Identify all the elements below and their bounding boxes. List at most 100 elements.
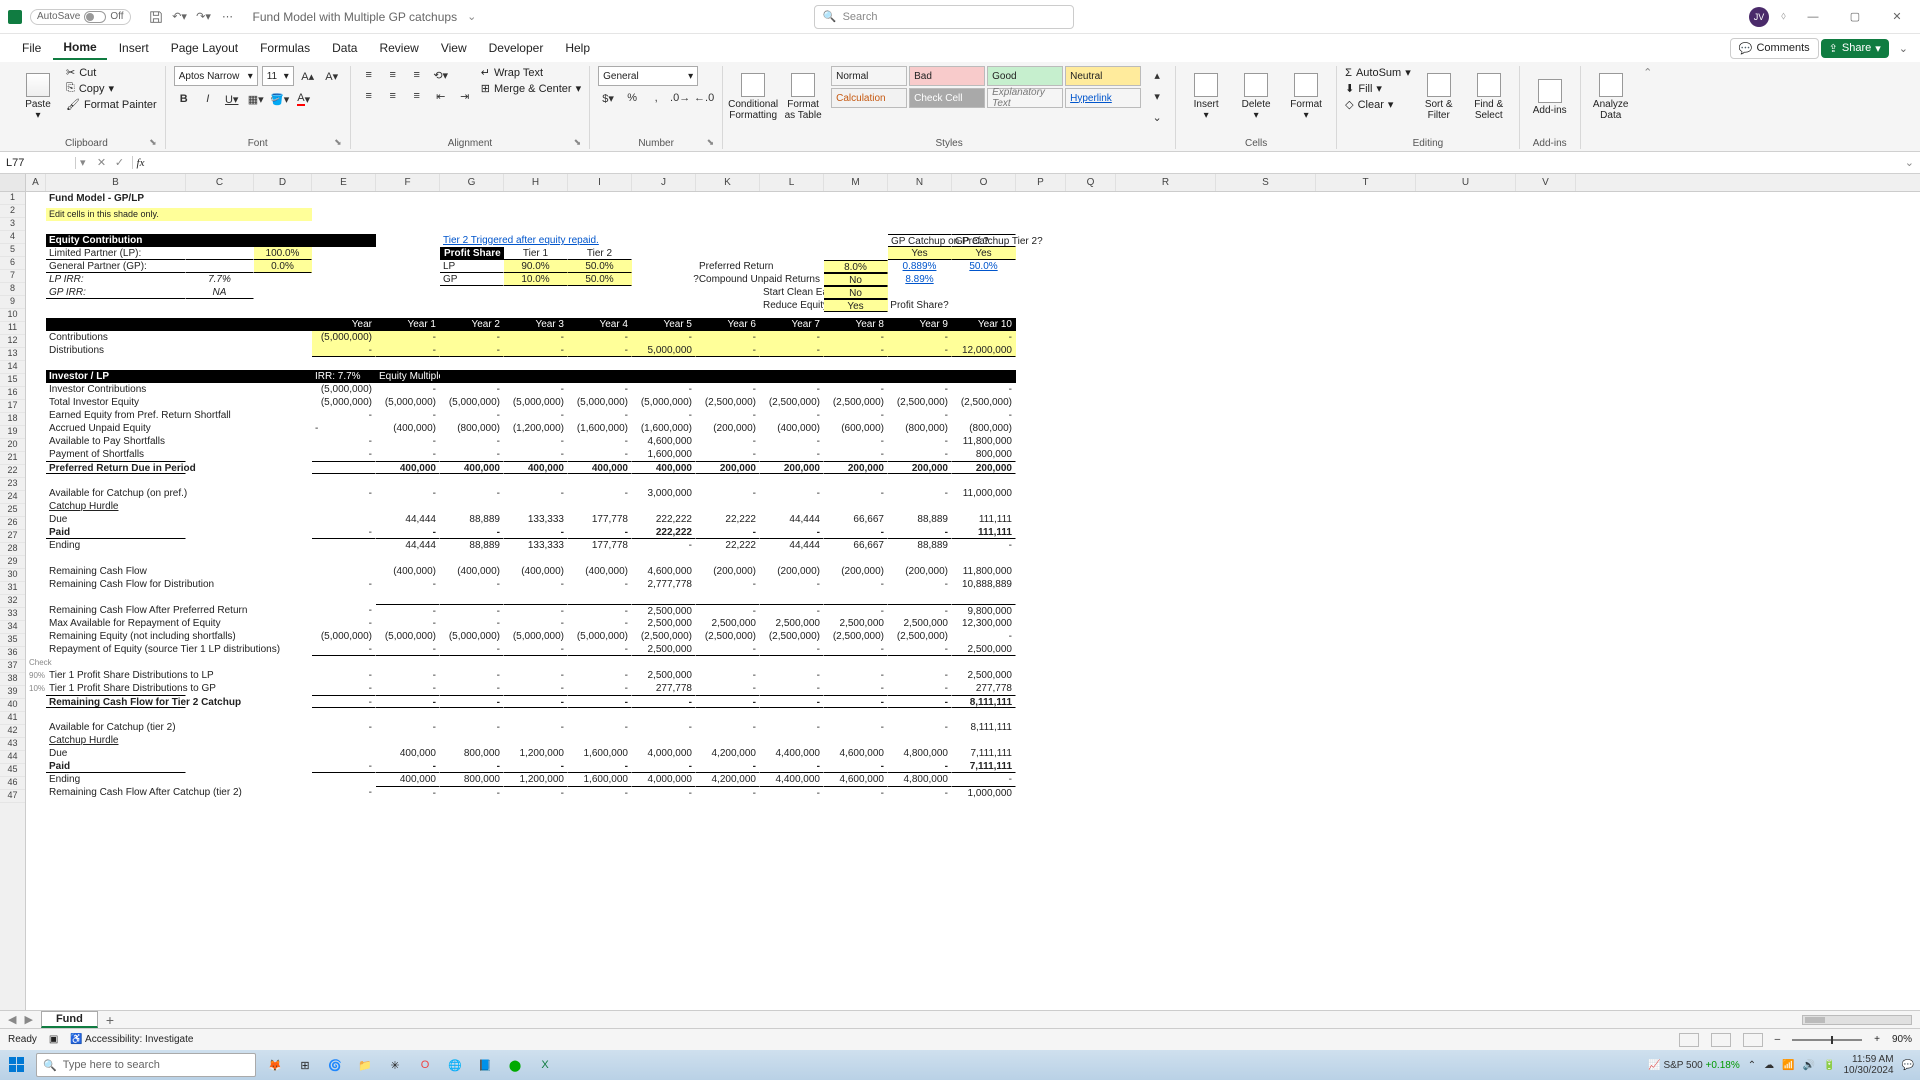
zoom-out-icon[interactable]: – xyxy=(1775,1034,1781,1045)
tab-data[interactable]: Data xyxy=(322,37,367,59)
ribbon-display-icon[interactable]: ⌄ xyxy=(1899,42,1908,55)
sort-filter-button[interactable]: Sort & Filter xyxy=(1417,66,1461,128)
shrink-font-icon[interactable]: A▾ xyxy=(322,67,342,85)
conditional-formatting-button[interactable]: Conditional Formatting xyxy=(731,66,775,128)
delete-cells-button[interactable]: Delete▾ xyxy=(1234,66,1278,128)
cancel-fx-icon[interactable]: ✕ xyxy=(94,156,110,169)
tab-formulas[interactable]: Formulas xyxy=(250,37,320,59)
style-normal[interactable]: Normal xyxy=(831,66,907,86)
start-button[interactable] xyxy=(6,1054,28,1076)
taskbar-search[interactable]: 🔍 Type here to search xyxy=(36,1053,256,1077)
styles-up-icon[interactable]: ▴ xyxy=(1147,66,1167,84)
tab-file[interactable]: File xyxy=(12,37,51,59)
accessibility-status[interactable]: ♿ Accessibility: Investigate xyxy=(70,1034,193,1045)
format-as-table-button[interactable]: Format as Table xyxy=(781,66,825,128)
styles-down-icon[interactable]: ▾ xyxy=(1147,87,1167,105)
tab-nav-prev[interactable]: ◀ xyxy=(8,1013,16,1026)
zoom-slider[interactable] xyxy=(1792,1039,1862,1041)
worksheet[interactable]: 1234567891011121314151617181920212223242… xyxy=(0,174,1920,1010)
sheet-tab-fund[interactable]: Fund xyxy=(41,1011,98,1028)
tab-developer[interactable]: Developer xyxy=(479,37,554,59)
cell-styles-gallery[interactable]: Normal Bad Good Neutral Calculation Chec… xyxy=(831,66,1141,108)
tray-notifications-icon[interactable]: 💬 xyxy=(1902,1060,1914,1071)
cells-grid[interactable]: Fund Model - GP/LPEdit cells in this sha… xyxy=(26,192,1920,799)
add-sheet-button[interactable]: + xyxy=(106,1012,114,1028)
row-headers[interactable]: 1234567891011121314151617181920212223242… xyxy=(0,174,26,1010)
tab-nav-next[interactable]: ▶ xyxy=(24,1013,32,1026)
indent-dec-icon[interactable]: ⇤ xyxy=(431,87,451,105)
select-all-corner[interactable] xyxy=(0,174,25,192)
font-color-button[interactable]: A▾ xyxy=(294,90,314,108)
hscroll[interactable] xyxy=(1802,1015,1912,1025)
normal-view-icon[interactable] xyxy=(1679,1033,1699,1047)
align-mid-icon[interactable]: ≡ xyxy=(383,66,403,84)
share-button[interactable]: ⇪ Share ▾ xyxy=(1821,39,1889,58)
close-icon[interactable]: ✕ xyxy=(1882,7,1912,27)
font-size-select[interactable]: 11▾ xyxy=(262,66,294,86)
stock-widget[interactable]: 📈 S&P 500 +0.18% xyxy=(1648,1060,1740,1071)
tab-insert[interactable]: Insert xyxy=(109,37,159,59)
borders-button[interactable]: ▦▾ xyxy=(246,90,266,108)
coming-soon-icon[interactable]: ⬨ xyxy=(1781,10,1786,23)
tab-pagelayout[interactable]: Page Layout xyxy=(161,37,248,59)
task-icon-4[interactable]: 📘 xyxy=(474,1054,496,1076)
align-bot-icon[interactable]: ≡ xyxy=(407,66,427,84)
minimize-icon[interactable]: — xyxy=(1798,7,1828,27)
align-left-icon[interactable]: ≡ xyxy=(359,87,379,105)
number-format-select[interactable]: General▾ xyxy=(598,66,698,86)
task-icon-1[interactable]: 🦊 xyxy=(264,1054,286,1076)
tab-view[interactable]: View xyxy=(431,37,477,59)
wrap-text-button[interactable]: ↵ Wrap Text xyxy=(481,66,581,79)
pagelayout-view-icon[interactable] xyxy=(1711,1033,1731,1047)
task-icon-2[interactable]: ⊞ xyxy=(294,1054,316,1076)
style-calc[interactable]: Calculation xyxy=(831,88,907,108)
tray-chevron-icon[interactable]: ⌃ xyxy=(1748,1060,1756,1071)
tab-help[interactable]: Help xyxy=(555,37,600,59)
style-neutral[interactable]: Neutral xyxy=(1065,66,1141,86)
column-headers[interactable]: ABCDEFGHIJKLMNOPQRSTUV xyxy=(26,174,1920,192)
name-box[interactable]: L77 xyxy=(0,157,76,169)
addins-button[interactable]: Add-ins xyxy=(1528,66,1572,128)
find-select-button[interactable]: Find & Select xyxy=(1467,66,1511,128)
task-icon-5[interactable]: ⬤ xyxy=(504,1054,526,1076)
insert-cells-button[interactable]: Insert▾ xyxy=(1184,66,1228,128)
tray-onedrive-icon[interactable]: ☁ xyxy=(1764,1060,1774,1071)
autosave-toggle[interactable]: AutoSave Off xyxy=(30,9,131,25)
percent-icon[interactable]: % xyxy=(622,89,642,107)
tray-battery-icon[interactable]: 🔋 xyxy=(1823,1060,1835,1071)
orientation-icon[interactable]: ⟲▾ xyxy=(431,66,451,84)
tab-review[interactable]: Review xyxy=(369,37,428,59)
align-right-icon[interactable]: ≡ xyxy=(407,87,427,105)
task-icon-excel[interactable]: X xyxy=(534,1054,556,1076)
fill-color-button[interactable]: 🪣▾ xyxy=(270,90,290,108)
indent-inc-icon[interactable]: ⇥ xyxy=(455,87,475,105)
task-icon-chrome[interactable]: 🌐 xyxy=(444,1054,466,1076)
task-icon-copilot[interactable]: 🌀 xyxy=(324,1054,346,1076)
bold-button[interactable]: B xyxy=(174,90,194,108)
macro-record-icon[interactable]: ▣ xyxy=(49,1034,58,1045)
paste-button[interactable]: Paste▾ xyxy=(16,66,60,128)
align-top-icon[interactable]: ≡ xyxy=(359,66,379,84)
underline-button[interactable]: U▾ xyxy=(222,90,242,108)
autosum-button[interactable]: Σ AutoSum ▾ xyxy=(1345,66,1411,79)
align-center-icon[interactable]: ≡ xyxy=(383,87,403,105)
clear-button[interactable]: ◇ Clear ▾ xyxy=(1345,98,1411,111)
grow-font-icon[interactable]: A▴ xyxy=(298,67,318,85)
style-good[interactable]: Good xyxy=(987,66,1063,86)
filename[interactable]: Fund Model with Multiple GP catchups xyxy=(253,10,458,24)
undo-icon[interactable]: ↶▾ xyxy=(171,8,189,26)
redo-icon[interactable]: ↷▾ xyxy=(195,8,213,26)
enter-fx-icon[interactable]: ✓ xyxy=(112,156,128,169)
inc-decimal-icon[interactable]: .0→ xyxy=(670,89,690,107)
save-icon[interactable] xyxy=(147,8,165,26)
cut-button[interactable]: ✂ Cut xyxy=(66,66,157,79)
copy-button[interactable]: ⎘ Copy ▾ xyxy=(66,82,157,95)
tray-wifi-icon[interactable]: 📶 xyxy=(1782,1060,1794,1071)
qat-more-icon[interactable]: ⋯ xyxy=(219,8,237,26)
style-bad[interactable]: Bad xyxy=(909,66,985,86)
collapse-ribbon-icon[interactable]: ⌃ xyxy=(1641,66,1655,149)
format-cells-button[interactable]: Format▾ xyxy=(1284,66,1328,128)
format-painter-button[interactable]: 🖌 Format Painter xyxy=(66,98,157,111)
style-explain[interactable]: Explanatory Text xyxy=(987,88,1063,108)
style-check[interactable]: Check Cell xyxy=(909,88,985,108)
